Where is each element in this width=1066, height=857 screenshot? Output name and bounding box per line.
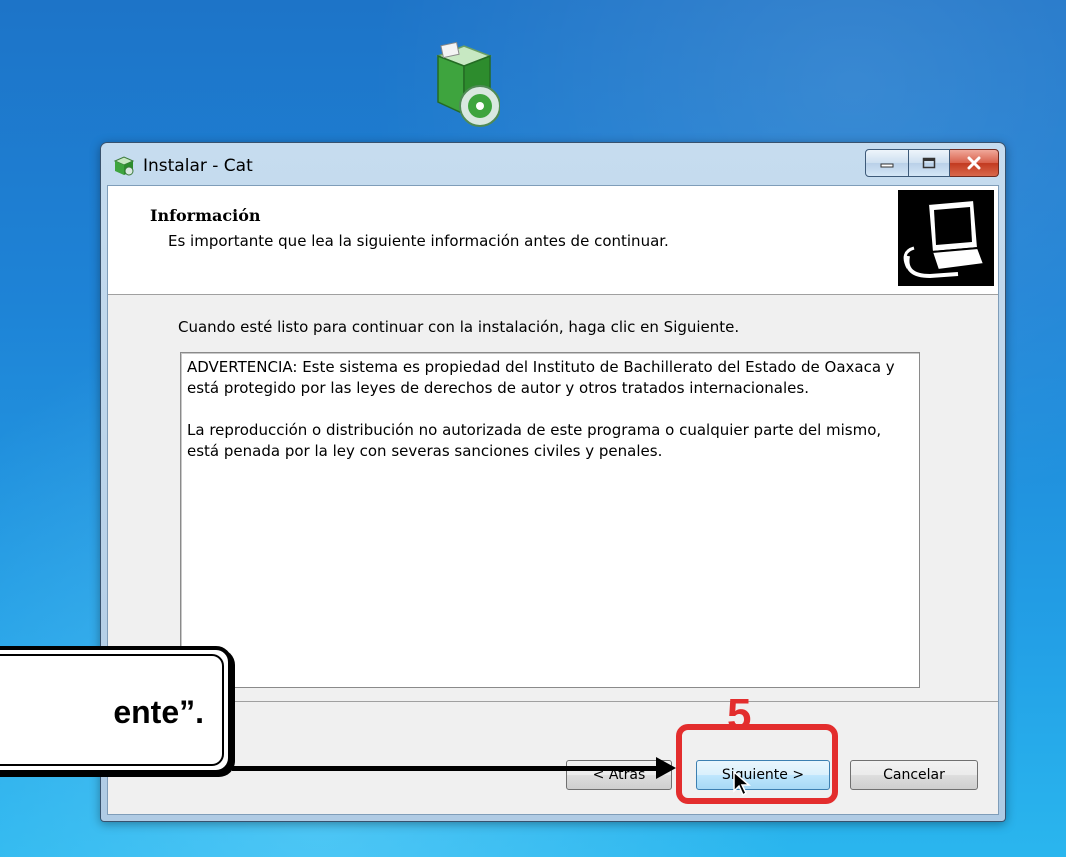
instruction-text: Cuando esté listo para continuar con la … — [178, 318, 740, 336]
maximize-button[interactable] — [909, 149, 950, 177]
installer-window: Instalar - Cat Información Es importante… — [100, 142, 1006, 822]
maximize-icon — [922, 157, 936, 169]
arrow-head-icon — [656, 757, 676, 779]
close-icon — [967, 156, 981, 170]
memo-paragraph-1: ADVERTENCIA: Este sistema es propiedad d… — [187, 358, 895, 397]
installer-app-icon — [113, 156, 135, 176]
callout-text: ente”. — [113, 694, 204, 730]
cancel-button[interactable]: Cancelar — [850, 760, 978, 790]
caption-buttons — [865, 149, 999, 177]
next-button-highlight — [676, 724, 838, 804]
minimize-button[interactable] — [865, 149, 909, 177]
installer-desktop-icon[interactable] — [428, 42, 500, 132]
footer-divider — [108, 701, 998, 702]
mouse-cursor-icon — [733, 771, 751, 797]
window-title: Instalar - Cat — [143, 156, 253, 176]
memo-paragraph-2: La reproducción o distribución no autori… — [187, 421, 882, 460]
wizard-header: Información Es importante que lea la sig… — [108, 186, 998, 295]
pointer-arrow-line — [232, 766, 662, 771]
instruction-callout: ente”. — [0, 646, 232, 774]
page-subtitle: Es importante que lea la siguiente infor… — [168, 232, 669, 250]
computer-install-icon — [898, 190, 994, 286]
close-button[interactable] — [950, 149, 999, 177]
license-memo[interactable]: ADVERTENCIA: Este sistema es propiedad d… — [180, 352, 920, 688]
wizard-client-area: Información Es importante que lea la sig… — [107, 185, 999, 815]
page-title: Información — [150, 206, 261, 225]
minimize-icon — [880, 163, 894, 168]
title-bar[interactable]: Instalar - Cat — [101, 143, 1005, 185]
